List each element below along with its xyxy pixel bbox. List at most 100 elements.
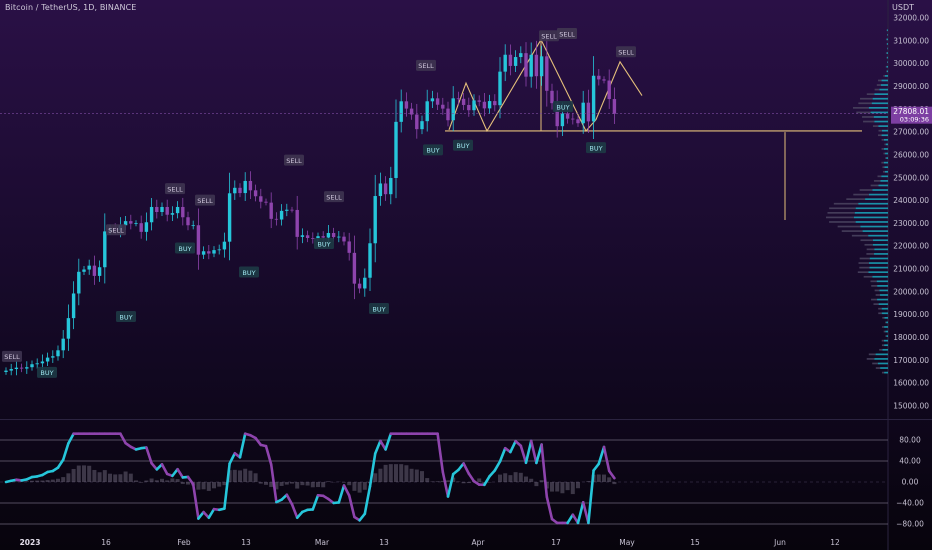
osc-histogram-bar [565,482,570,491]
volume-profile-bar-up [885,330,888,333]
volume-profile-bar-up [880,367,888,369]
volume-profile-bar-up [881,134,888,137]
candle-body [269,202,273,219]
candle-body [571,118,575,120]
candle-body [311,238,315,239]
candle-body [326,232,331,238]
candle-body [602,79,606,81]
osc-histogram-bar [264,482,268,485]
osc-histogram-bar [316,482,320,488]
candle-body [144,222,149,232]
price-tick-label: 18000.00 [893,333,929,342]
price-tick-label: 32000.00 [893,14,929,23]
osc-histogram-bar [529,478,534,482]
trading-chart[interactable]: 32000.0031000.0030000.0029000.0028000.00… [0,0,932,550]
volume-profile-bar-up [887,33,888,36]
volume-profile-bar-down [853,107,869,109]
time-tick-label: Apr [472,538,486,547]
osc-wave-segment [509,439,517,454]
volume-profile-bar-up [853,216,888,219]
osc-wave-segment [519,444,528,465]
volume-profile-bar-down [878,129,882,132]
candle-body [217,249,221,251]
volume-profile-bar-down [886,29,888,32]
candle-body [14,367,19,370]
osc-wave-segment [384,432,393,451]
chart-canvas[interactable]: 32000.0031000.0030000.0029000.0028000.00… [0,0,932,550]
volume-profile-bar-down [866,358,875,360]
osc-wave-segment [373,439,382,455]
candle-body [539,56,544,77]
price-tick-label: 19000.00 [893,310,929,319]
candle-body [425,101,429,122]
volume-profile-bar-up [886,52,888,54]
volume-profile-bar-up [884,75,888,77]
candle-body [279,210,284,220]
candle-body [550,90,554,104]
volume-profile-bar-up [873,116,888,118]
candle-body [97,267,102,276]
candle-body [264,201,268,203]
osc-histogram-bar [175,479,180,482]
osc-histogram-bar [66,473,71,482]
volume-profile-bar-down [883,152,886,155]
chart-title: Bitcoin / TetherUS, 1D, BINANCE [5,3,137,12]
volume-profile-bar-down [885,321,887,324]
osc-histogram-bar [524,476,528,482]
osc-wave-segment [441,470,450,498]
candle-body [25,367,29,369]
osc-histogram-bar [352,482,357,491]
volume-profile-bar-up [855,207,888,210]
sell-signal-label: SELL [167,185,183,193]
candle-body [207,251,211,254]
osc-wave-segment [545,495,554,521]
candle-body [139,223,143,232]
osc-histogram-bar [45,480,50,482]
volume-profile-bar-down [863,120,875,123]
osc-histogram-bar [248,470,253,482]
osc-histogram-bar [170,478,175,482]
candle-body [446,108,450,121]
osc-histogram-bar [134,480,138,482]
candle-body [212,250,216,254]
volume-profile-bar-up [880,294,888,296]
buy-signal-label: BUY [119,313,132,321]
volume-profile-bar-down [856,111,871,114]
volume-profile-bar-up [885,143,888,146]
osc-histogram-bar [404,465,409,482]
volume-profile-bar-up [884,326,888,328]
volume-profile-bar-up [885,152,888,155]
candle-body [222,241,227,250]
osc-wave-segment [264,444,273,466]
candle-body [56,350,60,357]
volume-profile-bar-down [874,88,880,91]
volume-profile-bar-down [878,134,882,137]
osc-wave-segment [342,484,351,497]
volume-profile-bar-down [885,38,887,41]
volume-profile-bar-up [874,93,888,95]
volume-profile-bar-up [883,148,888,150]
osc-histogram-bar [128,473,133,482]
buy-signal-label: BUY [556,103,569,111]
price-tick-label: 17000.00 [893,356,929,365]
volume-profile-bar-up [869,257,888,260]
volume-profile-bar-down [884,143,886,146]
osc-wave-segment [160,463,169,476]
osc-histogram-bar [76,465,81,482]
candle-body [368,243,372,278]
volume-profile-bar-up [872,97,888,100]
osc-tick-label: 80.00 [899,436,921,445]
volume-profile-bar-down [868,353,876,356]
buy-signal-label: BUY [589,144,602,152]
candle-body [51,356,55,358]
osc-wave-segment [238,432,247,459]
volume-profile-bar-down [886,43,888,45]
osc-histogram-bar [477,478,482,482]
price-tick-label: 24000.00 [893,196,929,205]
buy-signal-label: BUY [372,305,385,313]
osc-wave-segment [363,485,372,516]
volume-profile-bar-down [866,253,875,255]
volume-profile-bar-up [868,107,888,109]
osc-wave-segment [347,494,356,519]
volume-profile-bar-up [869,266,888,269]
